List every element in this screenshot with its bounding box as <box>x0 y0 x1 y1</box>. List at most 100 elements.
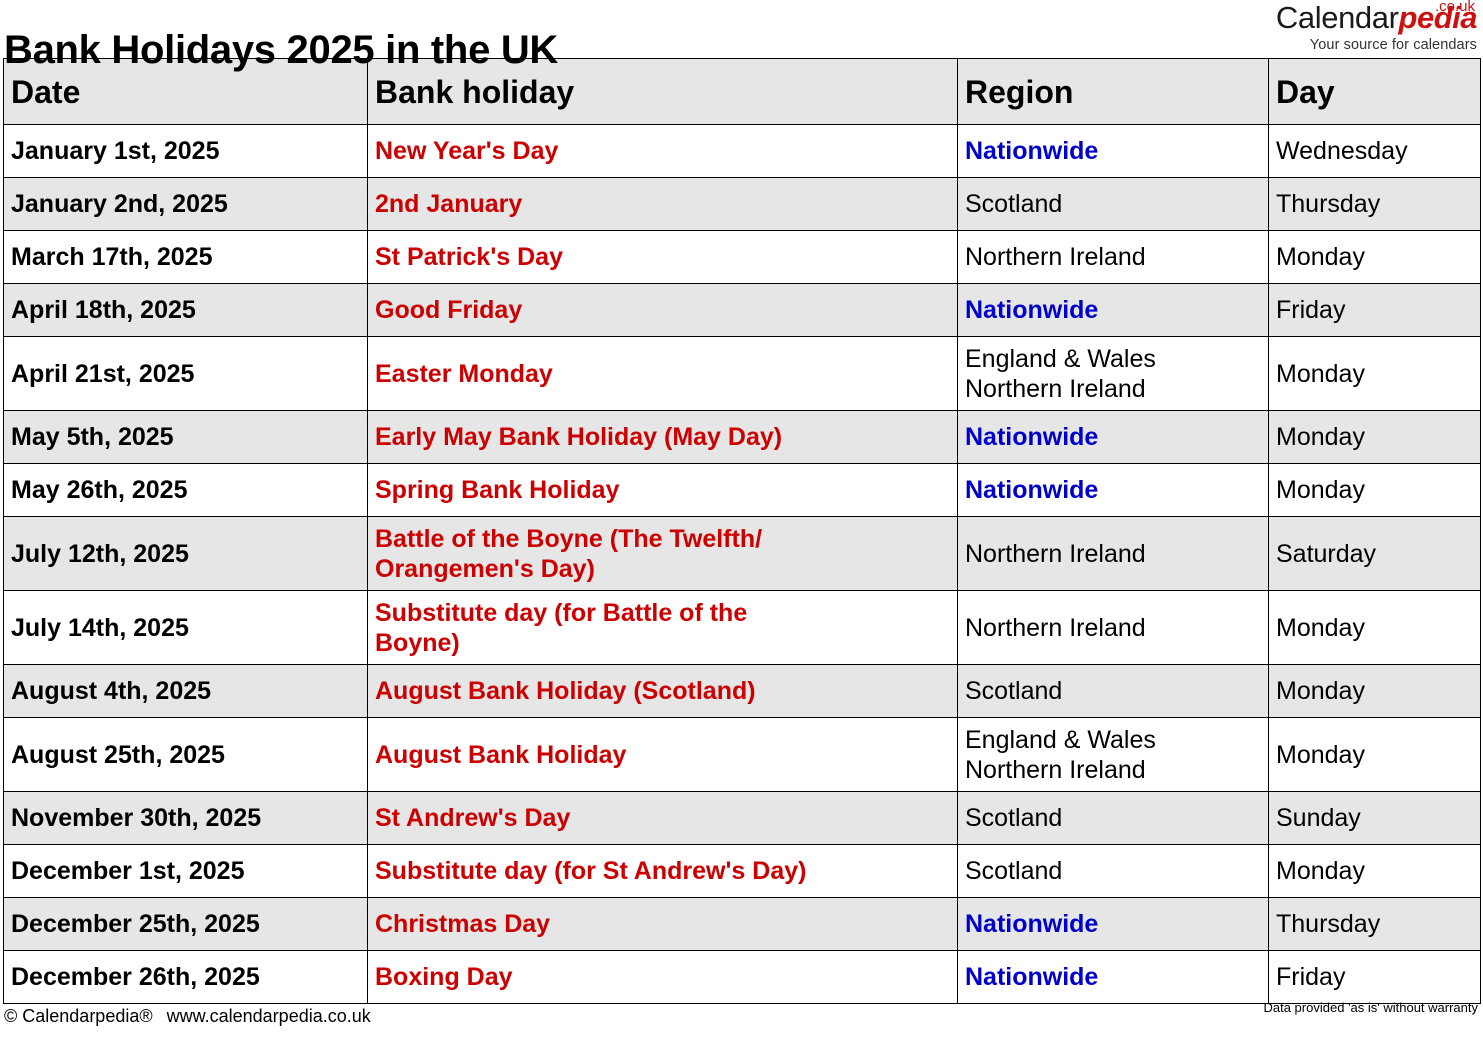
holiday-name-line1: Christmas Day <box>375 910 551 938</box>
cell-bank-holiday: Early May Bank Holiday (May Day) <box>367 410 958 464</box>
footer-copyright: © Calendarpedia® <box>4 1006 153 1026</box>
holiday-name-line1: Early May Bank Holiday (May Day) <box>375 423 783 451</box>
cell-date: April 18th, 2025 <box>3 283 368 337</box>
region-line1: Nationwide <box>965 963 1099 991</box>
page-footer: © Calendarpedia® www.calendarpedia.co.uk … <box>0 1000 1483 1027</box>
table-row: November 30th, 2025 St Andrew's Day Scotla… <box>3 791 1481 845</box>
region-line1: Northern Ireland <box>965 613 1146 642</box>
cell-date: April 21st, 2025 <box>3 336 368 411</box>
cell-date: May 26th, 2025 <box>3 463 368 517</box>
region-line1: England & Wales <box>965 344 1156 373</box>
cell-region: Nationwide <box>957 124 1269 178</box>
region-line1: Nationwide <box>965 910 1099 938</box>
cell-region: Nationwide <box>957 283 1269 337</box>
cell-day: Monday <box>1268 664 1481 718</box>
cell-day: Monday <box>1268 844 1481 898</box>
cell-date: August 25th, 2025 <box>3 717 368 792</box>
cell-day: Monday <box>1268 230 1481 284</box>
cell-region: Nationwide <box>957 950 1269 1004</box>
cell-day: Wednesday <box>1268 124 1481 178</box>
cell-bank-holiday: Spring Bank Holiday <box>367 463 958 517</box>
cell-day: Monday <box>1268 336 1481 411</box>
cell-region: England & Wales Northern Ireland <box>957 336 1269 411</box>
cell-region: Scotland <box>957 664 1269 718</box>
cell-day: Saturday <box>1268 516 1481 591</box>
holiday-name-line1: New Year's Day <box>375 137 559 165</box>
cell-region: Nationwide <box>957 410 1269 464</box>
cell-day: Friday <box>1268 950 1481 1004</box>
cell-region: Scotland <box>957 791 1269 845</box>
holiday-name-line1: 2nd January <box>375 190 523 218</box>
cell-bank-holiday: Battle of the Boyne (The Twelfth/Orangem… <box>367 516 958 591</box>
cell-bank-holiday: St Andrew's Day <box>367 791 958 845</box>
holiday-name-line2: Boyne) <box>375 628 460 657</box>
table-row: July 14th, 2025 Substitute day (for Battl… <box>3 590 1481 665</box>
cell-date: July 14th, 2025 <box>3 590 368 665</box>
cell-date: December 26th, 2025 <box>3 950 368 1004</box>
table-row: April 21st, 2025 Easter Monday England & W… <box>3 336 1481 411</box>
cell-bank-holiday: Easter Monday <box>367 336 958 411</box>
cell-region: Scotland <box>957 844 1269 898</box>
column-header-day: Day <box>1268 58 1481 125</box>
holiday-name-line1: Good Friday <box>375 296 523 324</box>
table-row: August 25th, 2025 August Bank Holiday Engl… <box>3 717 1481 792</box>
region-line1: Northern Ireland <box>965 243 1146 271</box>
cell-region: England & Wales Northern Ireland <box>957 717 1269 792</box>
table-row: December 26th, 2025 Boxing Day Nationwide F… <box>3 950 1481 1004</box>
holiday-name-line1: St Andrew's Day <box>375 804 571 832</box>
cell-day: Monday <box>1268 410 1481 464</box>
logo-tagline: Your source for calendars <box>1309 37 1477 53</box>
table-row: August 4th, 2025 August Bank Holiday (Sco… <box>3 664 1481 718</box>
cell-day: Thursday <box>1268 897 1481 951</box>
holiday-name-line1: Easter Monday <box>375 359 553 388</box>
page-header: Bank Holidays 2025 in the UK Calendarped… <box>0 0 1483 72</box>
region-line1: Scotland <box>965 190 1063 218</box>
cell-date: December 1st, 2025 <box>3 844 368 898</box>
table-row: December 1st, 2025 Substitute day (for St… <box>3 844 1481 898</box>
cell-date: January 1st, 2025 <box>3 124 368 178</box>
footer-copyright-line: © Calendarpedia® www.calendarpedia.co.uk <box>4 1005 371 1027</box>
logo-wordmark: Calendarpedia .co.uk <box>1275 0 1478 35</box>
region-line1: Nationwide <box>965 423 1099 451</box>
cell-date: November 30th, 2025 <box>3 791 368 845</box>
holiday-name-line1: Substitute day (for Battle of the <box>375 598 748 627</box>
cell-region: Northern Ireland <box>957 516 1269 591</box>
cell-date: December 25th, 2025 <box>3 897 368 951</box>
cell-day: Monday <box>1268 590 1481 665</box>
table-row: March 17th, 2025 St Patrick's Day Northern… <box>3 230 1481 284</box>
footer-website[interactable]: www.calendarpedia.co.uk <box>167 1006 371 1026</box>
region-line1: Scotland <box>965 857 1063 885</box>
bank-holidays-page: Bank Holidays 2025 in the UK Calendarped… <box>0 0 1483 1060</box>
table-row: January 2nd, 2025 2nd January Scotland Thur… <box>3 177 1481 231</box>
holiday-name-line2: Orangemen's Day) <box>375 554 595 583</box>
holiday-name-line1: Boxing Day <box>375 963 513 991</box>
region-line1: Scotland <box>965 804 1063 832</box>
holiday-name-line1: August Bank Holiday <box>375 740 627 769</box>
cell-bank-holiday: August Bank Holiday (Scotland) <box>367 664 958 718</box>
cell-bank-holiday: August Bank Holiday <box>367 717 958 792</box>
table-row: January 1st, 2025 New Year's Day Nationwid… <box>3 124 1481 178</box>
region-line1: Northern Ireland <box>965 539 1146 568</box>
cell-date: May 5th, 2025 <box>3 410 368 464</box>
logo-calendar-text: Calendar <box>1275 0 1399 35</box>
cell-day: Monday <box>1268 463 1481 517</box>
holiday-name-line1: Battle of the Boyne (The Twelfth/ <box>375 524 763 553</box>
cell-day: Thursday <box>1268 177 1481 231</box>
table-row: April 18th, 2025 Good Friday Nationwide Fri… <box>3 283 1481 337</box>
cell-date: August 4th, 2025 <box>3 664 368 718</box>
cell-bank-holiday: St Patrick's Day <box>367 230 958 284</box>
column-header-region: Region <box>957 58 1269 125</box>
cell-region: Scotland <box>957 177 1269 231</box>
footer-disclaimer: Data provided 'as is' without warranty <box>1263 1000 1478 1015</box>
bank-holidays-table: Date Bank holiday Region Day January 1st… <box>3 58 1481 1004</box>
cell-region: Nationwide <box>957 463 1269 517</box>
cell-bank-holiday: Substitute day (for Battle of the Boyne) <box>367 590 958 665</box>
cell-bank-holiday: 2nd January <box>367 177 958 231</box>
table-row: May 26th, 2025 Spring Bank Holiday Nationw… <box>3 463 1481 517</box>
region-line2: Northern Ireland <box>965 755 1146 784</box>
cell-region: Northern Ireland <box>957 590 1269 665</box>
region-line1: Nationwide <box>965 137 1099 165</box>
cell-region: Nationwide <box>957 897 1269 951</box>
cell-date: January 2nd, 2025 <box>3 177 368 231</box>
calendarpedia-logo[interactable]: Calendarpedia .co.uk Your source for cal… <box>1275 0 1478 53</box>
